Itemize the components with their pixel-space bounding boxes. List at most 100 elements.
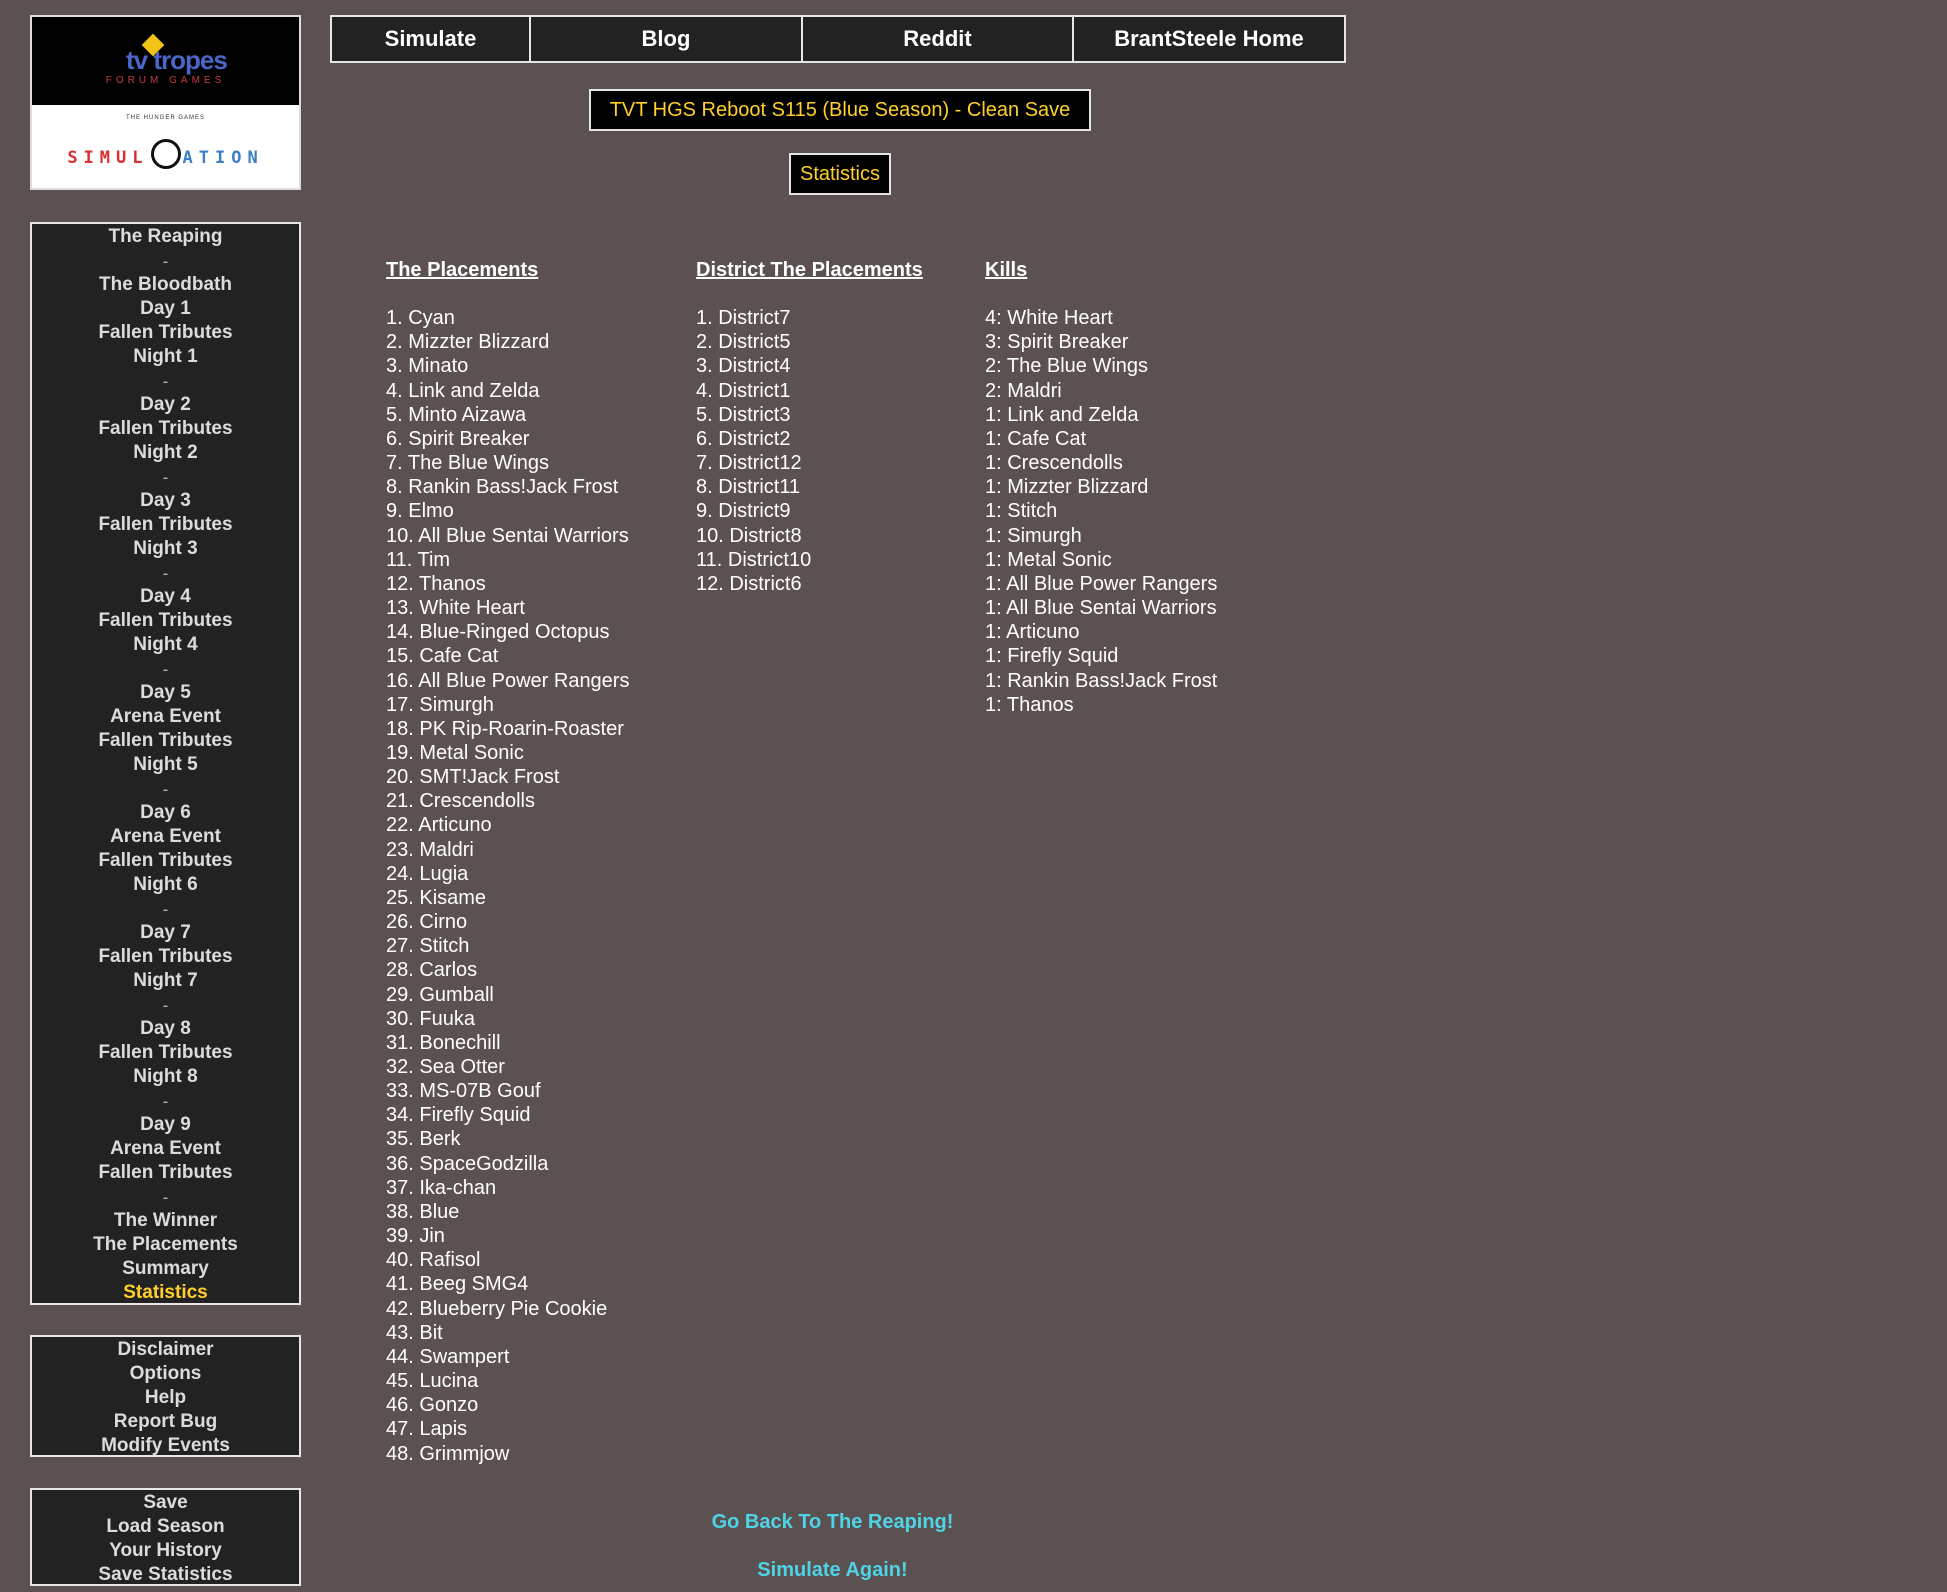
option-item-modify-events[interactable]: Modify Events: [32, 1434, 299, 1458]
nav-item-fallen-tributes[interactable]: Fallen Tributes: [32, 321, 299, 345]
nav-item-day-7[interactable]: Day 7: [32, 921, 299, 945]
nav-brantsteele-home[interactable]: BrantSteele Home: [1074, 17, 1344, 61]
nav-separator: -: [162, 995, 169, 1015]
nav-separator: -: [162, 1091, 169, 1111]
district-row: 5. District3: [696, 403, 791, 426]
nav-separator: -: [162, 371, 169, 391]
placement-row: 48. Grimmjow: [386, 1442, 510, 1465]
site-logo[interactable]: tv tropes FORUM GAMES THE HUNGER GAMES S…: [30, 15, 301, 190]
placement-row: 24. Lugia: [386, 862, 469, 885]
option-item-help[interactable]: Help: [32, 1386, 299, 1410]
kills-row: 1: Stitch: [985, 500, 1058, 523]
nav-item-day-4[interactable]: Day 4: [32, 585, 299, 609]
kills-row: 1: Link and Zelda: [985, 403, 1139, 426]
nav-item-night-6[interactable]: Night 6: [32, 873, 299, 897]
nav-item-day-3[interactable]: Day 3: [32, 489, 299, 513]
nav-item-night-2[interactable]: Night 2: [32, 441, 299, 465]
nav-separator: -: [162, 251, 169, 271]
go-back-reaping-link[interactable]: Go Back To The Reaping!: [640, 1511, 1025, 1534]
district-row: 8. District11: [696, 476, 801, 499]
district-row: 12. District6: [696, 572, 802, 595]
nav-item-night-5[interactable]: Night 5: [32, 753, 299, 777]
placement-row: 34. Firefly Squid: [386, 1104, 531, 1127]
kills-row: 4: White Heart: [985, 307, 1113, 330]
placement-row: 29. Gumball: [386, 983, 494, 1006]
nav-item-the-winner[interactable]: The Winner: [32, 1209, 299, 1233]
placement-row: 42. Blueberry Pie Cookie: [386, 1297, 608, 1320]
nav-item-day-8[interactable]: Day 8: [32, 1017, 299, 1041]
option-item-options[interactable]: Options: [32, 1362, 299, 1386]
nav-item-day-2[interactable]: Day 2: [32, 393, 299, 417]
nav-item-fallen-tributes[interactable]: Fallen Tributes: [32, 513, 299, 537]
nav-item-statistics[interactable]: Statistics: [32, 1281, 299, 1305]
kills-row: 3: Spirit Breaker: [985, 331, 1129, 354]
option-item-report-bug[interactable]: Report Bug: [32, 1410, 299, 1434]
nav-separator: -: [162, 659, 169, 679]
nav-item-fallen-tributes[interactable]: Fallen Tributes: [32, 609, 299, 633]
nav-item-night-1[interactable]: Night 1: [32, 345, 299, 369]
placement-row: 43. Bit: [386, 1321, 443, 1344]
placement-row: 5. Minto Aizawa: [386, 403, 527, 426]
nav-item-night-3[interactable]: Night 3: [32, 537, 299, 561]
save-item-load-season[interactable]: Load Season: [32, 1515, 299, 1539]
nav-item-day-9[interactable]: Day 9: [32, 1113, 299, 1137]
district-row: 7. District12: [696, 452, 802, 475]
nav-separator: -: [162, 563, 169, 583]
nav-item-arena-event[interactable]: Arena Event: [32, 705, 299, 729]
logo-hg-text: THE HUNGER GAMES: [125, 115, 205, 121]
district-row: 2. District5: [696, 331, 791, 354]
nav-item-day-1[interactable]: Day 1: [32, 297, 299, 321]
placement-row: 45. Lucina: [386, 1370, 479, 1393]
nav-reddit[interactable]: Reddit: [803, 17, 1074, 61]
option-item-disclaimer[interactable]: Disclaimer: [32, 1338, 299, 1362]
placement-row: 4. Link and Zelda: [386, 379, 540, 402]
logo-simulation: THE HUNGER GAMES SIMUL ATION: [32, 105, 299, 188]
save-item-save[interactable]: Save: [32, 1491, 299, 1515]
save-item-save-statistics[interactable]: Save Statistics: [32, 1563, 299, 1587]
mockingjay-icon: [150, 139, 181, 169]
nav-item-fallen-tributes[interactable]: Fallen Tributes: [32, 417, 299, 441]
placement-row: 10. All Blue Sentai Warriors: [386, 524, 629, 547]
nav-item-day-6[interactable]: Day 6: [32, 801, 299, 825]
nav-blog[interactable]: Blog: [531, 17, 803, 61]
nav-item-fallen-tributes[interactable]: Fallen Tributes: [32, 729, 299, 753]
kills-row: 1: Rankin Bass!Jack Frost: [985, 669, 1218, 692]
placement-row: 39. Jin: [386, 1225, 445, 1248]
district-row: 3. District4: [696, 355, 791, 378]
nav-item-arena-event[interactable]: Arena Event: [32, 1137, 299, 1161]
kills-row: 1: Firefly Squid: [985, 645, 1119, 668]
save-panel: Save Load Season Your History Save Statisti…: [30, 1488, 301, 1586]
nav-item-fallen-tributes[interactable]: Fallen Tributes: [32, 945, 299, 969]
placement-row: 18. PK Rip-Roarin-Roaster: [386, 717, 624, 740]
save-item-your-history[interactable]: Your History: [32, 1539, 299, 1563]
placement-row: 35. Berk: [386, 1128, 461, 1151]
simulate-again-link[interactable]: Simulate Again!: [640, 1559, 1025, 1582]
placement-row: 16. All Blue Power Rangers: [386, 669, 630, 692]
placement-row: 13. White Heart: [386, 597, 525, 620]
placement-row: 40. Rafisol: [386, 1249, 481, 1272]
nav-item-the-placements[interactable]: The Placements: [32, 1233, 299, 1257]
logo-tv-text: tv tropes: [126, 45, 228, 75]
kills-row: 1: Mizzter Blizzard: [985, 476, 1149, 499]
nav-item-fallen-tributes[interactable]: Fallen Tributes: [32, 849, 299, 873]
nav-item-night-4[interactable]: Night 4: [32, 633, 299, 657]
nav-item-night-8[interactable]: Night 8: [32, 1065, 299, 1089]
placement-row: 15. Cafe Cat: [386, 645, 499, 668]
placement-row: 33. MS-07B Gouf: [386, 1080, 541, 1103]
nav-item-the-reaping[interactable]: The Reaping: [32, 225, 299, 249]
placement-row: 19. Metal Sonic: [386, 741, 524, 764]
nav-item-arena-event[interactable]: Arena Event: [32, 825, 299, 849]
nav-item-day-5[interactable]: Day 5: [32, 681, 299, 705]
nav-item-fallen-tributes[interactable]: Fallen Tributes: [32, 1161, 299, 1185]
nav-item-night-7[interactable]: Night 7: [32, 969, 299, 993]
placement-row: 30. Fuuka: [386, 1007, 475, 1030]
placement-row: 8. Rankin Bass!Jack Frost: [386, 476, 619, 499]
nav-item-summary[interactable]: Summary: [32, 1257, 299, 1281]
nav-item-fallen-tributes[interactable]: Fallen Tributes: [32, 1041, 299, 1065]
district-placements-column: District The Placements 1. District7 2. D…: [696, 258, 923, 596]
season-title: TVT HGS Reboot S115 (Blue Season) - Clea…: [589, 89, 1091, 131]
nav-item-the-bloodbath[interactable]: The Bloodbath: [32, 273, 299, 297]
nav-separator: -: [162, 899, 169, 919]
placement-row: 37. Ika-chan: [386, 1176, 497, 1199]
nav-simulate[interactable]: Simulate: [332, 17, 531, 61]
